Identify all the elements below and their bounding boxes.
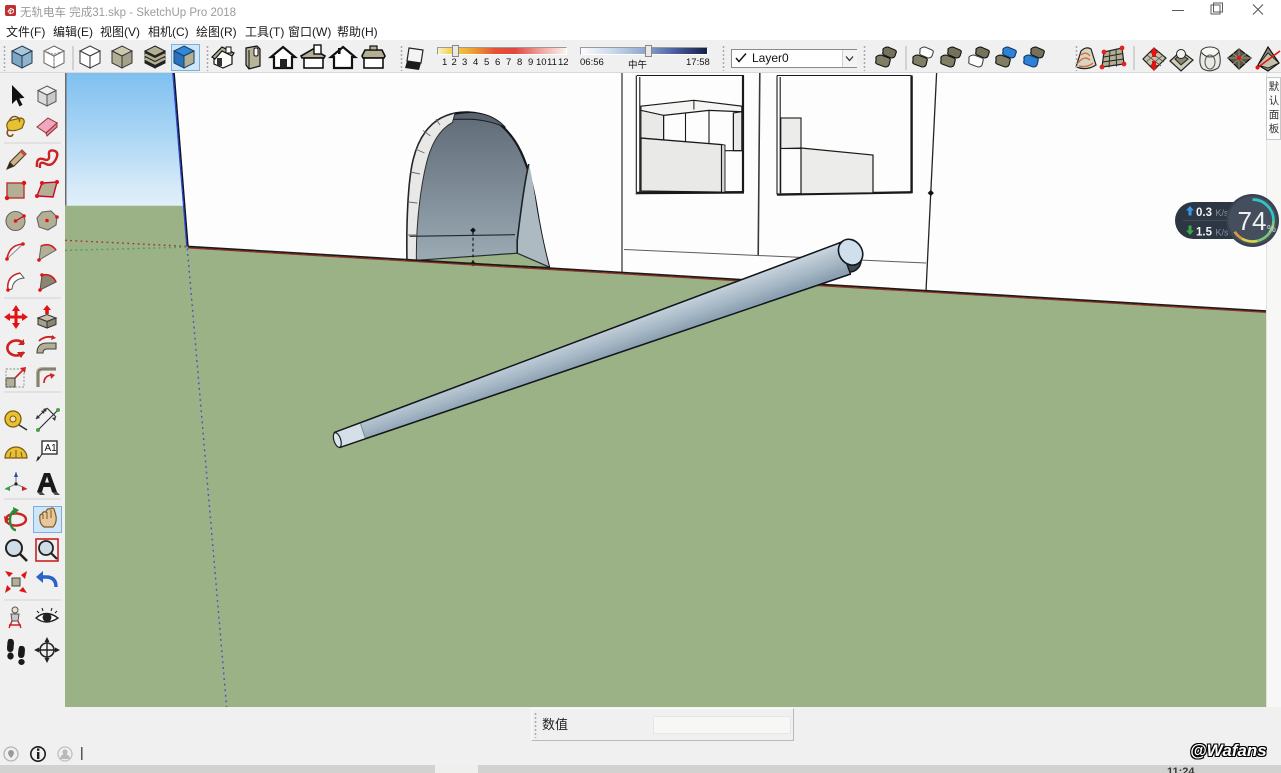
svg-text:6: 6: [495, 57, 500, 68]
svg-text:4: 4: [473, 57, 478, 68]
svg-text:7: 7: [506, 57, 511, 68]
svg-text:1: 1: [442, 57, 447, 68]
svg-text:5: 5: [484, 57, 489, 68]
svg-text:K/s: K/s: [1216, 228, 1230, 238]
svg-text:74: 74: [1238, 206, 1267, 236]
svg-text:11: 11: [547, 57, 557, 68]
svg-text:9: 9: [528, 57, 533, 68]
svg-text:3: 3: [462, 57, 467, 68]
svg-text:%: %: [1267, 224, 1276, 235]
svg-text:12: 12: [558, 57, 569, 68]
svg-text:0.3: 0.3: [1196, 207, 1212, 219]
svg-text:2: 2: [452, 57, 457, 68]
svg-text:A1: A1: [45, 443, 58, 454]
svg-text:10: 10: [536, 57, 547, 68]
svg-text:8: 8: [517, 57, 522, 68]
svg-text:1.5: 1.5: [1196, 227, 1213, 239]
